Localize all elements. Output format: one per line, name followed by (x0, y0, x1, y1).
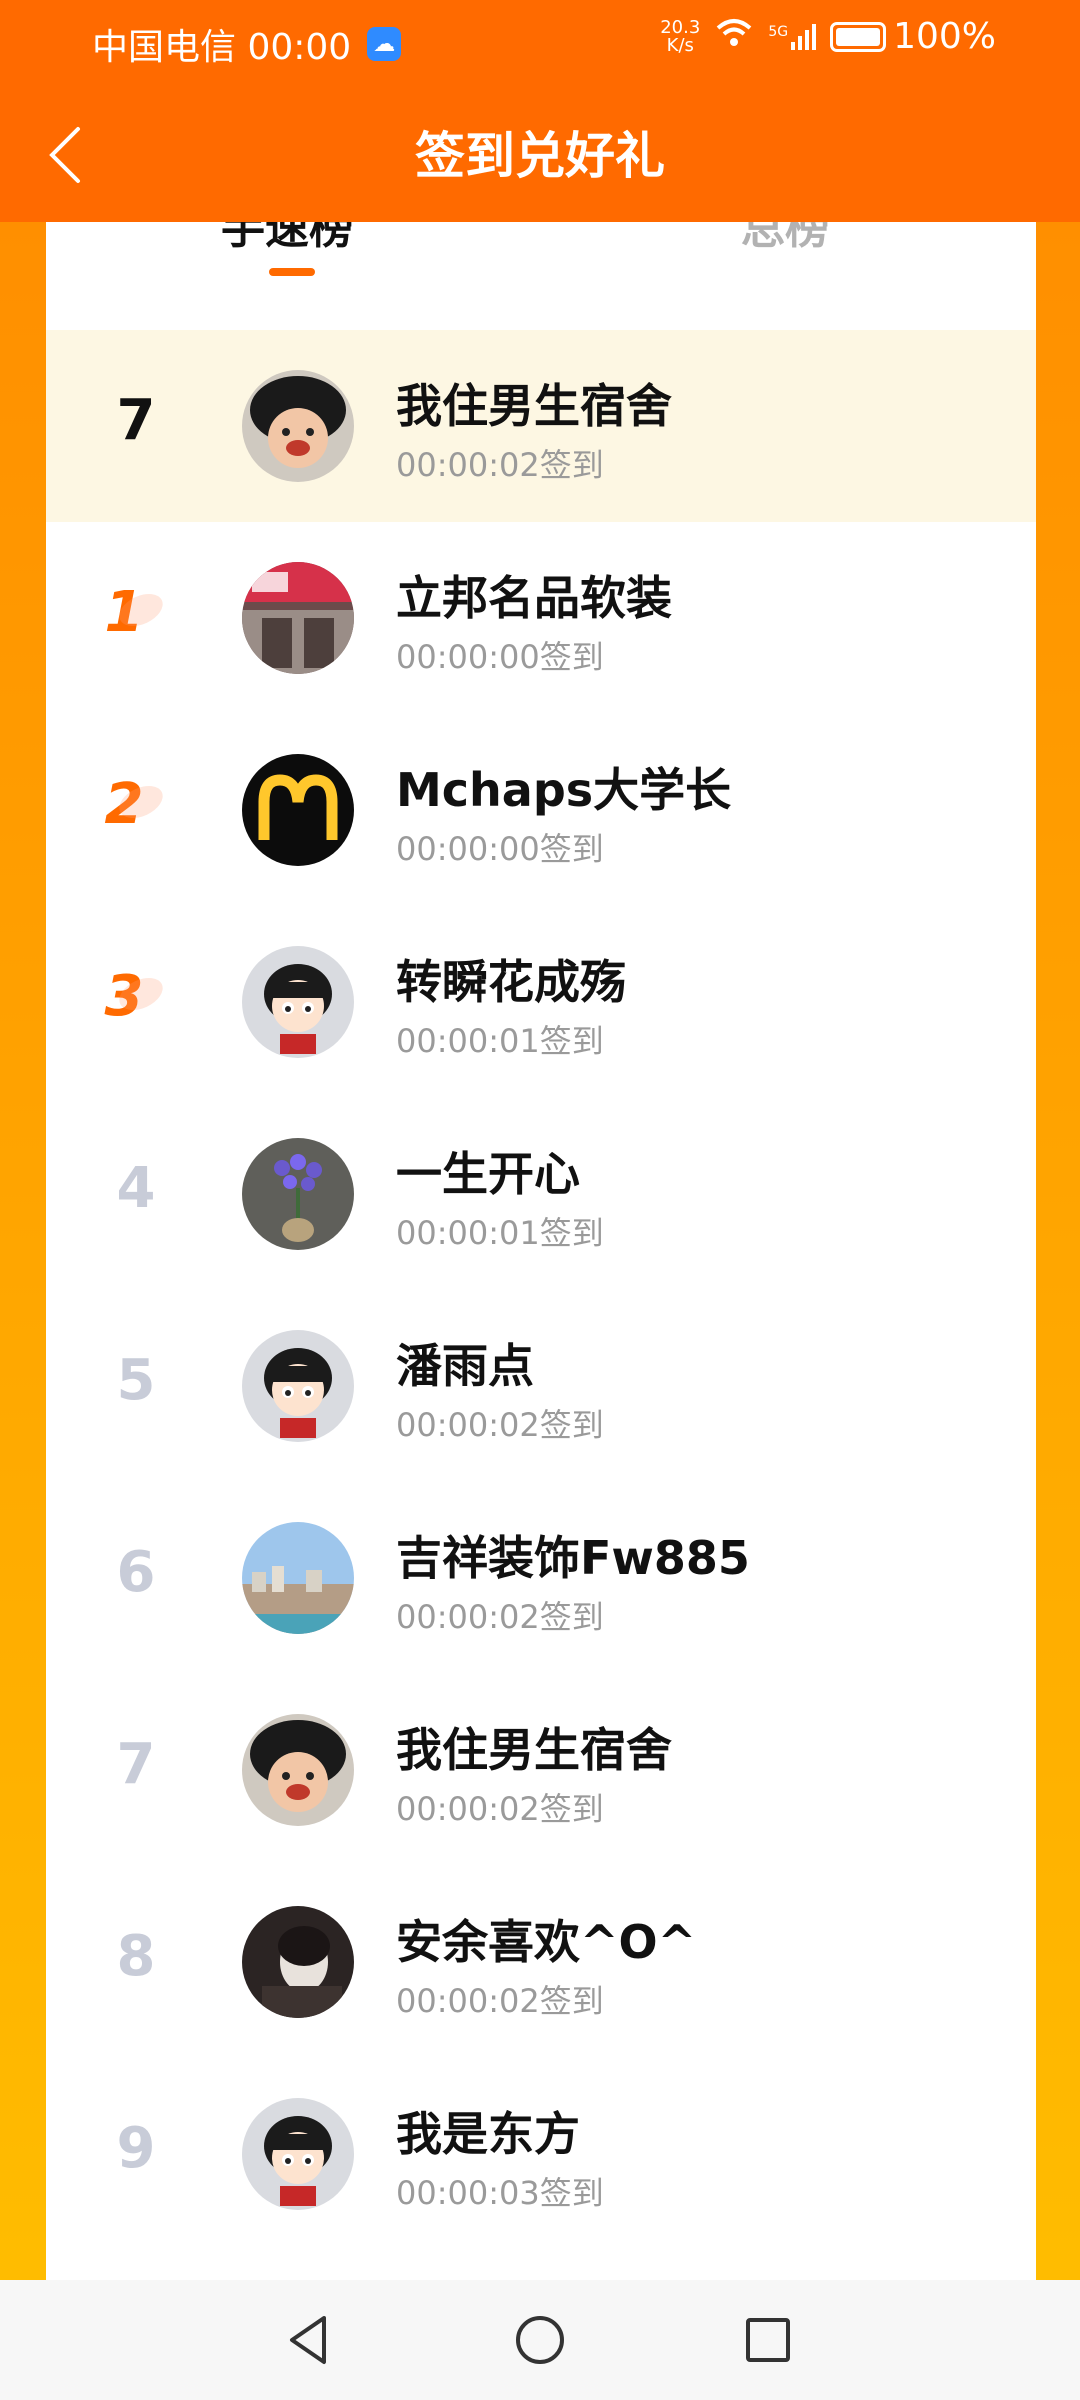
checkin-time: 00:00:02签到 (396, 1598, 604, 1636)
my-rank-row[interactable]: 7 我住男生宿舍 00:00:02签到 (46, 330, 1036, 522)
checkin-time: 00:00:00签到 (396, 830, 604, 868)
net-speed-unit: K/s (666, 34, 694, 56)
cartoon-avatar (242, 2098, 354, 2210)
user-name: 吉祥装饰Fw885 (396, 1531, 750, 1585)
nav-recents-button[interactable] (738, 2310, 798, 2370)
system-nav-bar (0, 2280, 1080, 2400)
user-name: 转瞬花成殇 (396, 955, 626, 1009)
user-name: 安余喜欢^O^ (396, 1915, 697, 1969)
list-item[interactable]: 4 一生开心 00:00:01签到 (46, 1098, 1036, 1290)
checkin-time: 00:00:02签到 (396, 1406, 604, 1444)
mcdonalds-avatar (242, 754, 354, 866)
active-tab-indicator (269, 268, 315, 276)
status-left: 中国电信 00:00 ☁ (92, 18, 402, 70)
list-item[interactable]: 6 吉祥装饰Fw885 00:00:02签到 (46, 1482, 1036, 1674)
status-right: 20.3 K/s 5G 100% (660, 16, 996, 57)
rank-number: 4 (116, 1156, 156, 1221)
list-item[interactable]: 5 潘雨点 00:00:02签到 (46, 1290, 1036, 1482)
page-title: 签到兑好礼 (415, 127, 665, 185)
triangle-back-icon (290, 2316, 326, 2364)
user-name: 我住男生宿舍 (396, 1723, 672, 1777)
my-rank-number: 7 (116, 388, 156, 453)
rank-number: 1 (74, 580, 174, 645)
nav-home-button[interactable] (510, 2310, 570, 2370)
signal-icon: 5G (768, 23, 817, 50)
storefront-avatar (242, 562, 354, 674)
rank-number: 7 (116, 1732, 156, 1797)
nav-back-button[interactable] (278, 2310, 338, 2370)
list-item[interactable]: 9 我是东方 00:00:03签到 (46, 2058, 1036, 2250)
rank-number: 6 (116, 1540, 156, 1605)
rank-number: 2 (74, 772, 174, 837)
flower-avatar (242, 1138, 354, 1250)
rank-number: 9 (116, 2116, 156, 2181)
leaderboard-list: 1 立邦名品软装 00:00:00签到 2 Mchaps大学长 00:00:00… (46, 522, 1036, 2250)
city-avatar (242, 1522, 354, 1634)
leaderboard-panel: 手速榜 总榜 7 我住男生宿舍 00:00:02签到 1 立邦名品软装 00:0… (46, 222, 1036, 2280)
user-name: 我是东方 (396, 2107, 580, 2161)
battery-level: 100% (893, 16, 996, 57)
wifi-icon (714, 18, 754, 55)
my-name: 我住男生宿舍 (396, 379, 672, 433)
weather-app-icon: ☁ (367, 27, 402, 61)
tab-speed-rank[interactable]: 手速榜 (221, 222, 353, 256)
cartoon-avatar (242, 1330, 354, 1442)
list-item[interactable]: 8 安余喜欢^O^ 00:00:02签到 (46, 1866, 1036, 2058)
user-name: Mchaps大学长 (396, 763, 732, 817)
carrier-time: 中国电信 00:00 (92, 27, 352, 68)
user-name: 潘雨点 (396, 1339, 534, 1393)
checkin-time: 00:00:02签到 (396, 1982, 604, 2020)
photo-avatar (242, 1906, 354, 2018)
checkin-time: 00:00:03签到 (396, 2174, 604, 2212)
net-speed-value: 20.3 (660, 16, 701, 38)
cartoon-avatar (242, 946, 354, 1058)
title-bar: 签到兑好礼 (0, 80, 1080, 222)
baby-avatar (242, 370, 354, 482)
checkin-time: 00:00:01签到 (396, 1214, 604, 1252)
tab-bar: 手速榜 总榜 (46, 222, 1036, 322)
status-bar: 中国电信 00:00 ☁ 20.3 K/s 5G 100% (0, 0, 1080, 80)
rank-number: 8 (116, 1924, 156, 1989)
list-item[interactable]: 3 转瞬花成殇 00:00:01签到 (46, 906, 1036, 1098)
battery-icon (830, 21, 887, 52)
net-speed: 20.3 K/s (660, 16, 701, 56)
user-name: 一生开心 (396, 1147, 580, 1201)
circle-home-icon (516, 2316, 564, 2364)
my-checkin-time: 00:00:02签到 (396, 446, 604, 484)
square-recents-icon (746, 2318, 790, 2362)
checkin-time: 00:00:02签到 (396, 1790, 604, 1828)
list-item[interactable]: 7 我住男生宿舍 00:00:02签到 (46, 1674, 1036, 1866)
tab-total-rank[interactable]: 总榜 (741, 222, 829, 256)
checkin-time: 00:00:00签到 (396, 638, 604, 676)
user-name: 立邦名品软装 (396, 571, 672, 625)
checkin-time: 00:00:01签到 (396, 1022, 604, 1060)
baby-avatar (242, 1714, 354, 1826)
rank-number: 5 (116, 1348, 156, 1413)
list-item[interactable]: 1 立邦名品软装 00:00:00签到 (46, 522, 1036, 714)
rank-number: 3 (74, 964, 174, 1029)
network-type: 5G (768, 23, 789, 40)
list-item[interactable]: 2 Mchaps大学长 00:00:00签到 (46, 714, 1036, 906)
